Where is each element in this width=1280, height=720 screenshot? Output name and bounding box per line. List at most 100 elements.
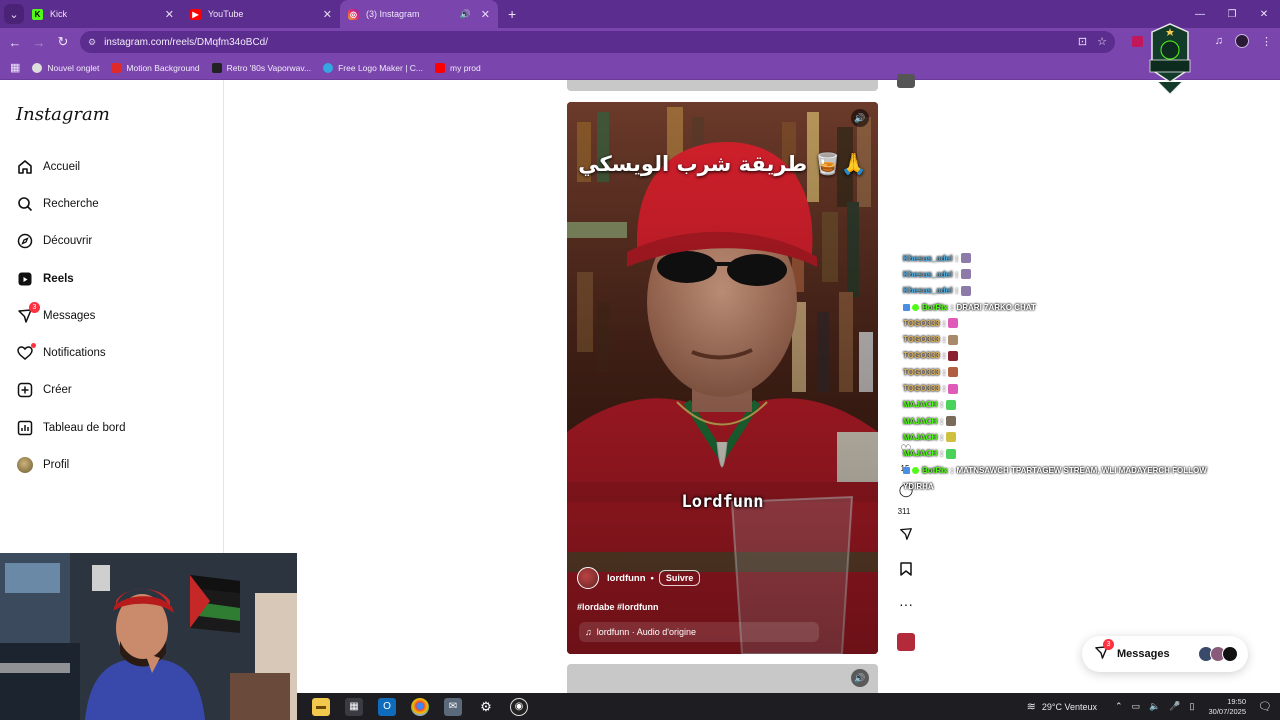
tab-kick[interactable]: K Kick ✕ xyxy=(24,0,182,28)
follow-button[interactable]: Suivre xyxy=(658,570,701,586)
chat-colon: : xyxy=(942,351,946,361)
share-icon[interactable] xyxy=(896,527,916,544)
menu-kebab-icon[interactable]: ⋮ xyxy=(1261,35,1272,48)
chat-username[interactable]: MAJACH xyxy=(903,433,937,442)
restore-icon[interactable]: ❐ xyxy=(1216,0,1248,28)
tab-search-button[interactable]: ⌄ xyxy=(4,4,24,24)
tab-youtube[interactable]: ▶ YouTube ✕ xyxy=(182,0,340,28)
install-app-icon[interactable]: ⊡ xyxy=(1078,35,1087,48)
network-icon[interactable]: ▭ xyxy=(1132,701,1141,712)
messages-label: Messages xyxy=(1117,648,1170,660)
chat-message: TOGO333: xyxy=(903,331,1233,347)
notification-center-icon[interactable]: 🗨 xyxy=(1258,700,1272,713)
chat-username[interactable]: TOGO333 xyxy=(903,384,940,393)
nav-profil[interactable]: Profil xyxy=(16,454,69,476)
messages-pill[interactable]: 3 Messages xyxy=(1082,636,1248,672)
close-window-icon[interactable]: ✕ xyxy=(1248,0,1280,28)
music-note-icon: ♫ xyxy=(585,627,592,637)
clock[interactable]: 19:50 30/07/2025 xyxy=(1208,697,1246,717)
chat-emote-icon xyxy=(945,448,956,459)
chat-username[interactable]: MAJACH xyxy=(903,400,937,409)
outlook-icon[interactable]: O xyxy=(378,697,396,716)
messages-badge: 3 xyxy=(1103,639,1114,650)
nav-messages[interactable]: 3 Messages xyxy=(16,302,95,327)
reel-hashtags[interactable]: #lordabe #lordfunn xyxy=(577,602,659,612)
instagram-logo[interactable]: Instagram xyxy=(16,104,110,125)
bookmark-nouvel-onglet[interactable]: Nouvel onglet xyxy=(32,62,99,73)
save-icon[interactable] xyxy=(896,562,916,579)
nav-reels[interactable]: Reels xyxy=(16,268,74,290)
back-icon[interactable]: ← xyxy=(3,35,27,50)
address-bar[interactable]: ⚙ instagram.com/reels/DMqfm34oBCd/ ⊡ ☆ xyxy=(80,31,1115,53)
chat-username[interactable]: BotRix xyxy=(922,303,948,312)
store-icon[interactable]: ▦ xyxy=(345,697,363,716)
volume-icon[interactable]: 🔈 xyxy=(1149,701,1160,712)
compass-icon xyxy=(16,232,34,250)
author-avatar[interactable] xyxy=(577,567,599,589)
more-options-icon[interactable]: ··· xyxy=(896,596,916,612)
settings-icon[interactable]: ⚙ xyxy=(477,698,495,716)
close-tab-icon[interactable]: ✕ xyxy=(481,8,490,21)
apps-grid-icon[interactable]: ▦ xyxy=(10,61,20,74)
chat-colon: : xyxy=(955,269,959,279)
media-controls-icon[interactable]: ♫ xyxy=(1215,35,1223,47)
chat-emote-icon xyxy=(961,269,972,280)
tab-instagram[interactable]: ◎ (3) Instagram 🔊 ✕ xyxy=(340,0,498,28)
obs-icon[interactable]: ◉ xyxy=(510,697,528,716)
new-tab-button[interactable]: + xyxy=(508,6,516,22)
previous-reel[interactable] xyxy=(567,80,878,91)
bookmark-my-prod[interactable]: my prod xyxy=(435,62,481,73)
author-username[interactable]: lordfunn xyxy=(607,573,646,584)
chat-username[interactable]: Khesus_adel xyxy=(903,270,952,279)
site-info-icon[interactable]: ⚙ xyxy=(88,37,96,48)
nav-creer[interactable]: Créer xyxy=(16,379,72,401)
nav-tableau-de-bord[interactable]: Tableau de bord xyxy=(16,417,125,439)
weather-widget[interactable]: ≋ 29°C Venteux xyxy=(1027,700,1097,713)
messages-badge: 3 xyxy=(29,302,40,313)
nav-notifications[interactable]: Notifications xyxy=(16,342,106,364)
bookmark-star-icon[interactable]: ☆ xyxy=(1097,35,1107,48)
profile-avatar[interactable] xyxy=(1235,34,1249,48)
chevron-up-icon[interactable]: ⌃ xyxy=(1115,701,1123,712)
notification-dot xyxy=(31,343,36,348)
audio-thumbnail[interactable] xyxy=(897,633,915,651)
chat-username[interactable]: TOGO333 xyxy=(903,368,940,377)
mail-icon[interactable]: ✉ xyxy=(444,697,462,716)
sound-on-icon[interactable]: 🔊 xyxy=(851,109,869,127)
bookmark-free-logo-maker[interactable]: Free Logo Maker | C... xyxy=(323,62,423,73)
chat-username[interactable]: MAJACH xyxy=(903,417,937,426)
reel-video[interactable]: 🔊 طريقة شرب الويسكي 🥃🙏 Lordfunn lordfunn… xyxy=(567,102,878,654)
reel-audio-link[interactable]: ♫ lordfunn · Audio d'origine xyxy=(579,622,819,642)
chat-username[interactable]: MAJACH xyxy=(903,449,937,458)
close-tab-icon[interactable]: ✕ xyxy=(323,8,332,21)
chat-colon: : xyxy=(940,400,943,410)
nav-decouvrir[interactable]: Découvrir xyxy=(16,230,92,252)
forward-icon[interactable]: → xyxy=(27,35,51,50)
chat-message: TOGO333: xyxy=(903,348,1233,364)
sound-on-icon[interactable]: 🔊 xyxy=(851,669,869,687)
next-reel[interactable]: 🔊 xyxy=(567,664,878,693)
speaker-icon[interactable]: 🔊 xyxy=(460,9,471,20)
chat-username[interactable]: TOGO333 xyxy=(903,319,940,328)
file-explorer-icon[interactable]: ▬ xyxy=(312,697,330,716)
nav-accueil[interactable]: Accueil xyxy=(16,156,80,178)
chrome-icon[interactable] xyxy=(411,697,429,716)
extension-icon[interactable] xyxy=(1131,35,1143,47)
chat-username[interactable]: Khesus_adel xyxy=(903,254,952,263)
battery-icon[interactable]: ▯ xyxy=(1190,701,1195,712)
chat-username[interactable]: Khesus_adel xyxy=(903,286,952,295)
reload-icon[interactable]: ↻ xyxy=(51,34,75,50)
reel-author: lordfunn • Suivre xyxy=(577,567,701,589)
youtube-icon: ▶ xyxy=(190,8,201,20)
audio-label: lordfunn · Audio d'origine xyxy=(596,627,697,637)
chat-username[interactable]: TOGO333 xyxy=(903,351,940,360)
close-tab-icon[interactable]: ✕ xyxy=(165,8,174,21)
tab-title: (3) Instagram xyxy=(366,9,420,19)
bookmark-motion-background[interactable]: Motion Background xyxy=(111,62,200,73)
nav-recherche[interactable]: Recherche xyxy=(16,193,99,215)
previous-audio-thumbnail[interactable] xyxy=(897,74,915,88)
chat-username[interactable]: BotRix xyxy=(922,466,948,475)
microphone-icon[interactable]: 🎤 xyxy=(1169,701,1180,712)
chat-username[interactable]: TOGO333 xyxy=(903,335,940,344)
bookmark-retro-vaporwave[interactable]: Retro '80s Vaporwav... xyxy=(211,62,311,73)
